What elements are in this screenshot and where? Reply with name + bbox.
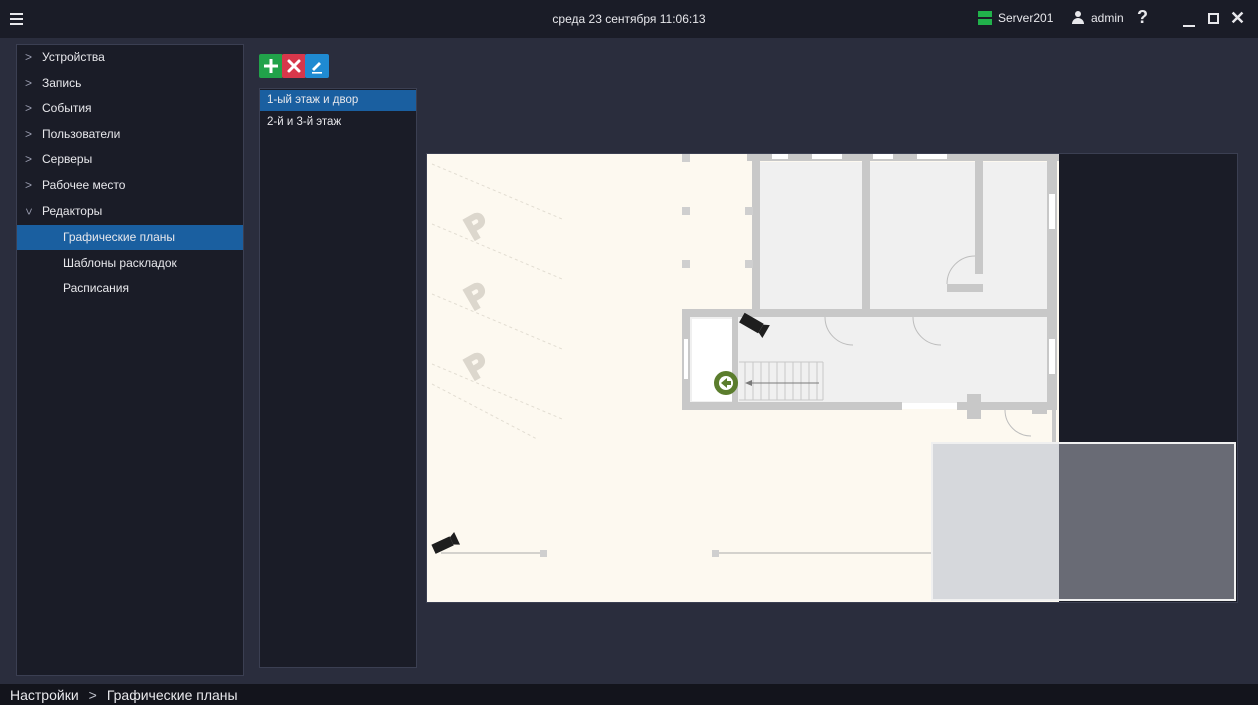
datetime-display: среда 23 сентября 11:06:13 <box>552 12 706 26</box>
sidebar-item-graphic-plans[interactable]: Графические планы <box>17 225 243 250</box>
settings-sidebar: > Устройства > Запись > События > Пользо… <box>16 44 244 676</box>
sidebar-item-label: Серверы <box>42 152 93 166</box>
sidebar-item-editors[interactable]: > Редакторы <box>17 199 243 224</box>
sidebar-item-label: Запись <box>42 76 82 90</box>
breadcrumb-current: Графические планы <box>106 687 238 703</box>
edit-plan-button[interactable] <box>305 54 329 78</box>
sidebar-subitem-label: Расписания <box>63 281 129 295</box>
sidebar-item-recording[interactable]: > Запись <box>17 71 243 96</box>
chevron-right-icon: > <box>25 76 33 90</box>
sidebar-item-layout-templates[interactable]: Шаблоны раскладок <box>17 251 243 276</box>
chevron-right-icon: > <box>25 127 33 141</box>
help-icon[interactable]: ? <box>1137 7 1148 28</box>
plan-name: 1-ый этаж и двор <box>267 94 359 106</box>
chevron-right-icon: > <box>25 178 33 192</box>
add-plan-button[interactable] <box>259 54 283 78</box>
close-window-icon[interactable]: ✕ <box>1230 8 1245 28</box>
minimize-icon[interactable] <box>1183 25 1195 27</box>
user-indicator[interactable]: admin <box>1071 11 1124 25</box>
sidebar-subitem-label: Шаблоны раскладок <box>63 256 177 270</box>
chevron-right-icon: > <box>25 152 33 166</box>
sidebar-item-label: Устройства <box>42 50 105 64</box>
sidebar-item-label: События <box>42 101 92 115</box>
chevron-down-icon: > <box>22 207 37 216</box>
server-name: Server201 <box>998 11 1054 25</box>
plans-list: 1-ый этаж и двор 2-й и 3-й этаж <box>259 88 417 668</box>
sidebar-item-label: Редакторы <box>42 204 103 218</box>
delete-plan-button[interactable] <box>282 54 306 78</box>
close-icon <box>287 59 301 73</box>
sidebar-item-schedules[interactable]: Расписания <box>17 276 243 301</box>
sidebar-item-label: Пользователи <box>42 127 121 141</box>
title-bar: среда 23 сентября 11:06:13 Server201 adm… <box>0 0 1258 38</box>
sidebar-item-users[interactable]: > Пользователи <box>17 122 243 147</box>
sidebar-item-label: Рабочее место <box>42 178 126 192</box>
pencil-icon <box>312 62 322 74</box>
breadcrumb-separator: > <box>88 687 97 703</box>
sidebar-subitem-label: Графические планы <box>63 230 176 244</box>
list-item[interactable]: 1-ый этаж и двор <box>260 90 416 111</box>
sidebar-item-devices[interactable]: > Устройства <box>17 45 243 70</box>
sidebar-item-servers[interactable]: > Серверы <box>17 147 243 172</box>
sidebar-item-workplace[interactable]: > Рабочее место <box>17 173 243 198</box>
breadcrumb: Настройки > Графические планы <box>10 687 238 703</box>
server-icon <box>978 11 992 25</box>
floor-plan-canvas[interactable]: P P P <box>426 153 1238 603</box>
plan-name: 2-й и 3-й этаж <box>267 116 342 128</box>
user-name: admin <box>1091 11 1124 25</box>
chevron-right-icon: > <box>25 50 33 64</box>
list-item[interactable]: 2-й и 3-й этаж <box>260 112 416 133</box>
chevron-right-icon: > <box>25 101 33 115</box>
floor-plan-drawing: P P P <box>427 154 1236 602</box>
maximize-icon[interactable] <box>1208 13 1219 24</box>
status-bar: Настройки > Графические планы <box>0 684 1258 705</box>
sidebar-item-events[interactable]: > События <box>17 96 243 121</box>
plus-icon <box>264 59 278 73</box>
breadcrumb-root[interactable]: Настройки <box>10 687 79 703</box>
server-indicator[interactable]: Server201 <box>978 11 1053 25</box>
user-icon <box>1071 11 1085 25</box>
